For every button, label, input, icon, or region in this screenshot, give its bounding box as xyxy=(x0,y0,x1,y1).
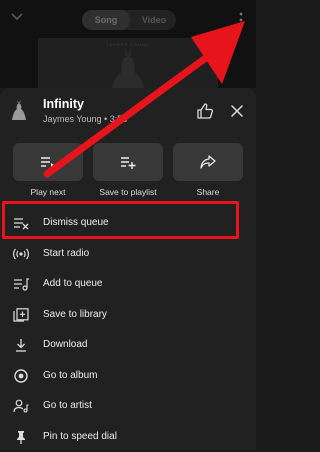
menu-item-download[interactable]: Download xyxy=(0,330,256,360)
share-button[interactable] xyxy=(173,143,243,181)
play-next-label: Play next xyxy=(30,187,66,197)
artist-icon xyxy=(13,399,29,413)
library-add-icon xyxy=(13,308,29,322)
song-thumbnail xyxy=(12,100,26,120)
menu-item-add-to-queue[interactable]: Add to queue xyxy=(0,269,256,299)
annotation-highlight-box xyxy=(2,201,239,239)
share-label: Share xyxy=(196,187,220,197)
menu-label: Go to album xyxy=(43,370,98,381)
close-icon[interactable] xyxy=(229,103,245,119)
album-art: JAYMES YOUNG xyxy=(38,38,218,88)
radio-icon xyxy=(13,248,29,260)
add-to-queue-icon xyxy=(14,278,29,291)
quick-actions: Play next Save to playlist Share xyxy=(0,143,256,203)
more-options-icon[interactable] xyxy=(236,10,246,30)
menu-label: Start radio xyxy=(43,248,90,259)
song-video-toggle: Song Video xyxy=(82,10,176,30)
save-to-playlist-label: Save to playlist xyxy=(99,187,157,197)
menu-item-go-to-album[interactable]: Go to album xyxy=(0,361,256,391)
share-icon xyxy=(200,155,216,169)
menu-item-pin-to-speed-dial[interactable]: Pin to speed dial xyxy=(0,422,256,452)
menu-item-go-to-artist[interactable]: Go to artist xyxy=(0,391,256,421)
menu-label: Add to queue xyxy=(43,278,103,289)
now-playing-header: Song Video JAYMES YOUNG xyxy=(0,0,256,88)
save-to-playlist-button[interactable] xyxy=(93,143,163,181)
song-artist-duration: Jaymes Young • 3:58 xyxy=(43,114,128,124)
play-next-button[interactable] xyxy=(13,143,83,181)
play-next-icon xyxy=(41,157,55,169)
album-icon xyxy=(14,369,28,383)
playlist-add-icon xyxy=(121,157,136,169)
menu-item-save-to-library[interactable]: Save to library xyxy=(0,300,256,330)
song-title: Infinity xyxy=(43,97,84,111)
pin-icon xyxy=(17,431,25,444)
tab-song[interactable]: Song xyxy=(82,10,130,30)
album-art-figure xyxy=(111,46,145,88)
menu-label: Pin to speed dial xyxy=(43,431,117,442)
menu-item-start-radio[interactable]: Start radio xyxy=(0,239,256,269)
song-options-sheet: Infinity Jaymes Young • 3:58 Play next S… xyxy=(0,88,256,450)
menu-label: Download xyxy=(43,339,88,350)
tab-video[interactable]: Video xyxy=(132,10,176,30)
menu-label: Save to library xyxy=(43,309,107,320)
thumbs-up-icon[interactable] xyxy=(196,102,214,120)
chevron-down-icon[interactable] xyxy=(10,11,24,23)
menu-label: Go to artist xyxy=(43,400,92,411)
download-icon xyxy=(16,339,26,352)
